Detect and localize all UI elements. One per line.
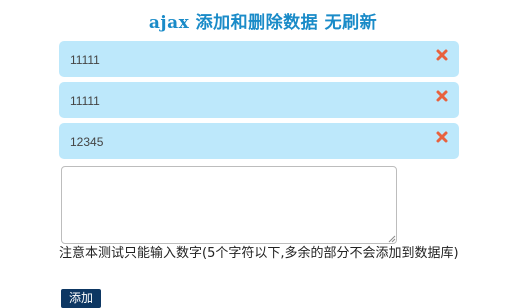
list-item-text: 11111 <box>70 53 100 67</box>
page-title: ajax 添加和删除数据 无刷新 <box>148 13 378 33</box>
list-item-text: 11111 <box>70 94 100 108</box>
close-x-icon[interactable] <box>435 48 449 62</box>
resize-grip-icon[interactable] <box>388 235 396 243</box>
add-button[interactable]: 添加 <box>61 289 101 308</box>
list-item-text: 12345 <box>70 135 104 149</box>
input-hint-text: 注意本测试只能输入数字(5个字符以下,多余的部分不会添加到数据库) <box>59 246 459 261</box>
close-x-icon[interactable] <box>435 89 449 103</box>
list-item: 12345 <box>59 123 459 159</box>
data-input-textarea[interactable] <box>61 166 397 244</box>
close-x-icon[interactable] <box>435 130 449 144</box>
list-item: 11111 <box>59 41 459 77</box>
data-list: 11111 11111 12345 <box>59 41 459 164</box>
list-item: 11111 <box>59 82 459 118</box>
